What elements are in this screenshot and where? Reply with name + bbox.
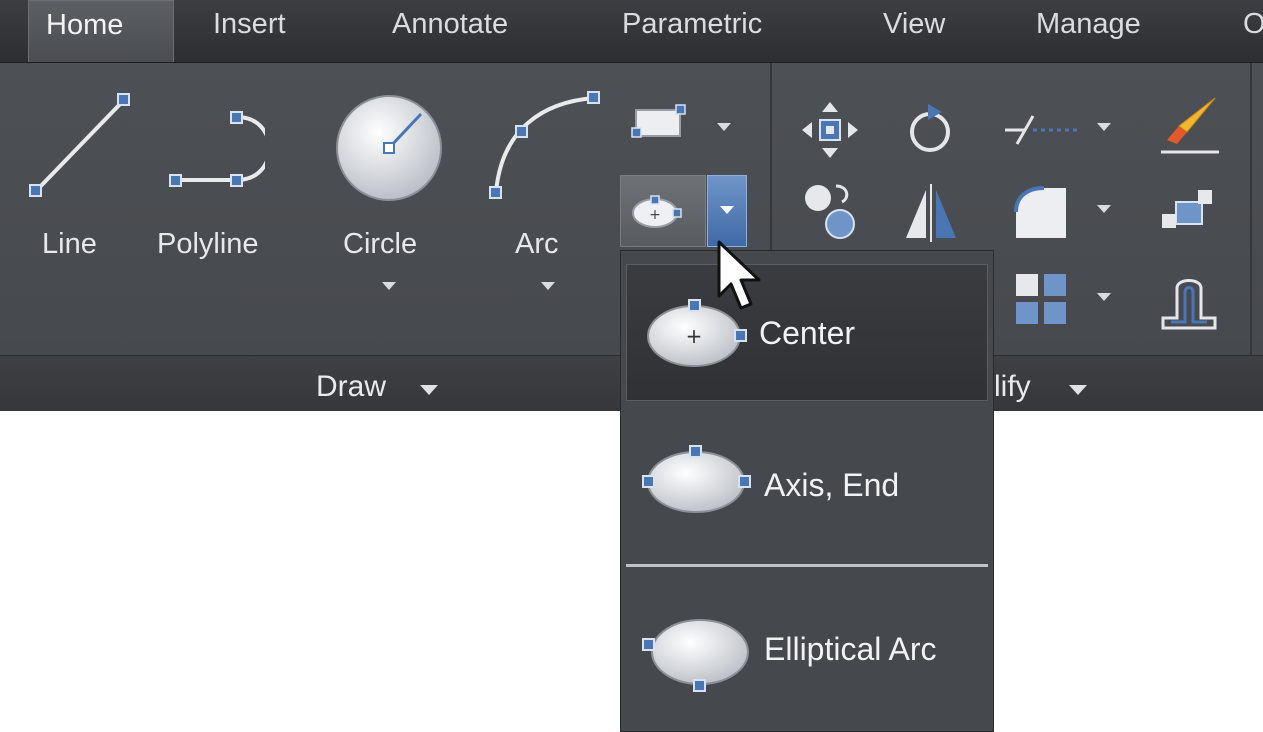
trim-dropdown-caret[interactable] — [1097, 123, 1111, 131]
menu-item-ellipse-center[interactable]: + Center — [626, 264, 988, 401]
array-icon — [1016, 274, 1066, 324]
array-tool[interactable] — [1012, 270, 1072, 332]
mirror-tool[interactable] — [900, 182, 962, 244]
line-tool-label[interactable]: Line — [42, 228, 97, 261]
explode-tool[interactable] — [1158, 184, 1220, 242]
circle-tool[interactable] — [333, 92, 445, 204]
menu-item-elliptical-arc[interactable]: Elliptical Arc — [626, 591, 988, 711]
ellipse-dropdown-menu: + Center Axis, End Elliptical Arc — [620, 250, 994, 732]
trim-icon — [1005, 115, 1079, 145]
arc-tool-label[interactable]: Arc — [515, 228, 559, 261]
tab-parametric[interactable]: Parametric — [622, 8, 762, 41]
menu-item-label: Center — [759, 315, 856, 351]
arc-icon — [489, 91, 600, 199]
circle-tool-label[interactable]: Circle — [343, 228, 417, 261]
mouse-pointer-icon — [713, 238, 773, 323]
tab-insert[interactable]: Insert — [213, 8, 286, 41]
rotate-icon — [910, 104, 950, 152]
line-tool[interactable] — [22, 88, 142, 208]
rectangle-dropdown-caret[interactable] — [717, 123, 731, 131]
polyline-tool[interactable] — [165, 105, 265, 195]
move-icon — [802, 102, 858, 158]
tab-partial[interactable]: O — [1243, 8, 1263, 41]
fillet-dropdown-caret[interactable] — [1097, 205, 1111, 213]
ellipse-axis-end-icon — [642, 445, 751, 513]
array-dropdown-caret[interactable] — [1097, 293, 1111, 301]
menu-item-label: Axis, End — [764, 467, 900, 503]
offset-icon — [1161, 279, 1217, 330]
svg-text:+: + — [686, 324, 703, 348]
menu-item-ellipse-axis-end[interactable]: Axis, End — [626, 421, 988, 541]
rotate-tool[interactable] — [900, 100, 960, 160]
rectangle-tool[interactable] — [630, 102, 690, 142]
rectangle-icon — [631, 104, 686, 138]
fillet-tool[interactable] — [1010, 182, 1072, 244]
elliptical-arc-icon — [642, 619, 749, 692]
tab-annotate[interactable]: Annotate — [392, 8, 508, 41]
arc-tool[interactable] — [484, 88, 604, 203]
tab-home[interactable]: Home — [28, 0, 174, 62]
ellipse-split-button[interactable]: + — [620, 175, 706, 247]
modify-panel-expand-icon[interactable] — [1069, 385, 1087, 395]
polyline-tool-label[interactable]: Polyline — [157, 228, 259, 261]
mirror-icon — [906, 184, 956, 242]
tab-view[interactable]: View — [883, 8, 945, 41]
line-icon — [29, 93, 130, 197]
erase-icon — [1161, 97, 1219, 154]
modify-panel-title[interactable]: lify — [994, 370, 1031, 404]
svg-text:+: + — [649, 207, 661, 223]
ellipse-dropdown-button[interactable] — [707, 175, 747, 247]
explode-icon — [1162, 190, 1212, 228]
copy-tool[interactable] — [800, 178, 862, 244]
trim-tool[interactable] — [1003, 110, 1083, 150]
menu-separator — [626, 564, 988, 567]
fillet-icon — [1014, 186, 1066, 238]
move-tool[interactable] — [800, 100, 860, 160]
polyline-icon — [169, 111, 265, 187]
ellipse-icon: + — [632, 195, 682, 228]
copy-icon — [805, 184, 855, 239]
draw-panel-title[interactable]: Draw — [316, 370, 386, 404]
circle-dropdown-caret[interactable] — [382, 282, 396, 290]
offset-tool[interactable] — [1157, 272, 1221, 336]
ribbon-tab-bar: Home Insert Annotate Parametric View Man… — [0, 0, 1263, 63]
arc-dropdown-caret[interactable] — [541, 282, 555, 290]
draw-panel-expand-icon[interactable] — [420, 385, 438, 395]
erase-tool[interactable] — [1157, 92, 1223, 158]
tab-manage[interactable]: Manage — [1036, 8, 1141, 41]
menu-item-label: Elliptical Arc — [764, 631, 937, 667]
circle-icon — [336, 95, 442, 201]
chevron-down-icon — [720, 206, 734, 214]
